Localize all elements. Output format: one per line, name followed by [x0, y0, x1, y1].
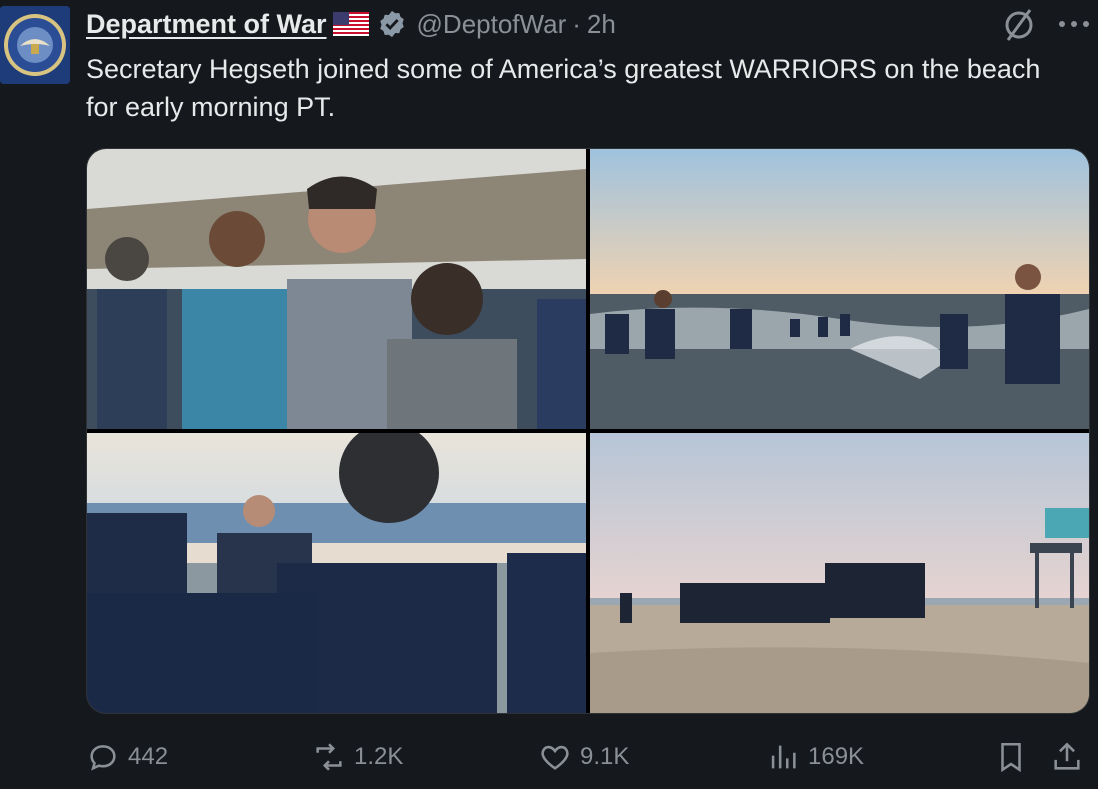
avatar[interactable] — [0, 6, 70, 84]
photo-beach-run[interactable] — [590, 433, 1089, 713]
repost-count: 1.2K — [354, 743, 404, 770]
grok-icon[interactable] — [1000, 6, 1038, 44]
views-count: 169K — [808, 743, 865, 770]
heart-icon — [541, 745, 569, 770]
verified-badge-icon[interactable] — [377, 9, 407, 39]
photo-surf-run[interactable] — [590, 149, 1089, 429]
reply-button[interactable]: 442 — [86, 734, 168, 780]
photo-beach-group[interactable] — [87, 433, 586, 713]
handle[interactable]: @DeptofWar — [417, 9, 567, 40]
action-bar: 442 1.2K 9.1K 169K — [86, 734, 1086, 780]
more-icon[interactable] — [1054, 8, 1094, 40]
tweet-header: Department of War @DeptofWar · 2h — [86, 6, 616, 42]
display-name[interactable]: Department of War — [86, 9, 327, 40]
bookmark-button[interactable] — [994, 734, 1028, 780]
tweet-text: Secretary Hegseth joined some of America… — [86, 54, 1041, 122]
bookmark-icon — [1001, 742, 1021, 773]
like-button[interactable]: 9.1K — [538, 734, 629, 780]
views-icon — [771, 745, 796, 769]
repost-button[interactable]: 1.2K — [312, 734, 403, 780]
like-count: 9.1K — [580, 743, 630, 770]
share-icon — [1054, 742, 1080, 770]
us-flag-icon — [332, 12, 369, 36]
reply-count: 442 — [128, 743, 169, 770]
tweet: Department of War @DeptofWar · 2h Secret… — [0, 0, 1098, 789]
views-button[interactable]: 169K — [766, 734, 864, 780]
media-grid — [86, 148, 1090, 714]
department-seal-icon — [0, 6, 70, 84]
separator-dot: · — [572, 8, 581, 39]
reply-icon — [90, 745, 116, 771]
repost-icon — [316, 743, 342, 771]
share-button[interactable] — [1050, 734, 1084, 780]
photo-log-carry[interactable] — [87, 149, 586, 429]
timestamp[interactable]: 2h — [587, 9, 616, 40]
